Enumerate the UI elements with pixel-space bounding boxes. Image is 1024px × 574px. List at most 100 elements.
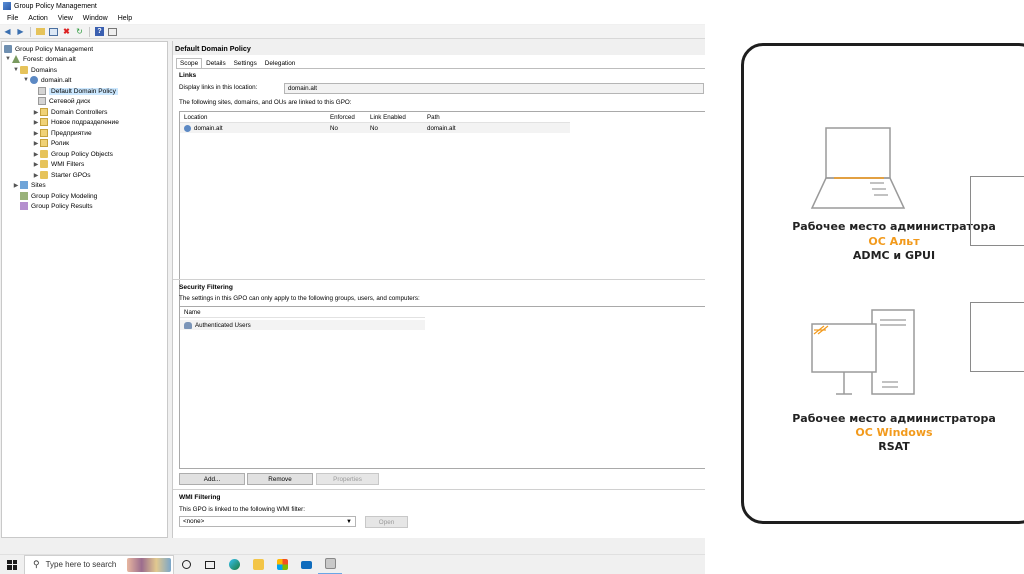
search-highlight-image xyxy=(127,557,171,572)
task-view-icon[interactable] xyxy=(198,555,222,574)
menu-help[interactable]: Help xyxy=(113,15,137,22)
tree-item-label: Default Domain Policy xyxy=(49,87,118,95)
tree-item-default-domain-policy[interactable]: Default Domain Policy xyxy=(38,86,118,96)
tree-item-domain-controllers[interactable]: ▶ Domain Controllers xyxy=(32,107,107,117)
file-explorer-icon[interactable] xyxy=(246,555,270,574)
tree-item-network-drive[interactable]: Сетевой диск xyxy=(38,96,90,106)
links-list[interactable]: Location Enforced Link Enabled Path doma… xyxy=(179,111,705,314)
start-button[interactable] xyxy=(0,555,24,574)
refresh-icon[interactable]: ↻ xyxy=(74,26,85,37)
tree-domains-label: Domains xyxy=(31,66,58,74)
edge-icon[interactable] xyxy=(222,555,246,574)
open-button[interactable]: Open xyxy=(365,516,408,528)
col-location[interactable]: Location xyxy=(184,112,207,122)
section-divider xyxy=(173,279,705,280)
mail-icon[interactable] xyxy=(294,555,318,574)
users-group-icon xyxy=(184,321,192,329)
tree-item-label: Ролик xyxy=(51,139,70,147)
domain-icon xyxy=(184,124,191,132)
collapse-arrow-icon[interactable]: ▼ xyxy=(22,77,30,83)
expand-arrow-icon[interactable]: ▶ xyxy=(32,109,40,116)
architecture-diagram: Рабочее место администратора ОС Альт ADM… xyxy=(705,0,1024,574)
pane-title: Default Domain Policy xyxy=(173,41,705,55)
toolbar-separator xyxy=(89,26,90,37)
tab-underline xyxy=(176,68,705,69)
tree-item-wmi-filters[interactable]: ▶ WMI Filters xyxy=(32,159,84,169)
col-link-enabled[interactable]: Link Enabled xyxy=(370,112,406,122)
expand-arrow-icon[interactable]: ▶ xyxy=(32,119,40,126)
tree-domains[interactable]: ▼ Domains xyxy=(12,65,57,75)
tree-forest-label: Forest: domain.alt xyxy=(23,55,76,63)
display-links-label: Display links in this location: xyxy=(179,84,258,91)
list-item[interactable]: Authenticated Users xyxy=(184,320,251,330)
back-icon[interactable]: ◀ xyxy=(2,26,13,37)
tree-item-label: Новое подразделение xyxy=(51,118,119,126)
details-pane: Default Domain Policy Scope Details Sett… xyxy=(172,41,705,538)
table-row[interactable]: domain.alt xyxy=(184,123,223,133)
menu-file[interactable]: File xyxy=(2,15,23,22)
remove-button[interactable]: Remove xyxy=(247,473,313,485)
tree-results[interactable]: Group Policy Results xyxy=(20,201,93,211)
workstation-tools: RSAT xyxy=(878,440,910,453)
menu-window[interactable]: Window xyxy=(78,15,113,22)
expand-arrow-icon[interactable]: ▶ xyxy=(32,151,40,158)
windows-logo-icon xyxy=(7,559,17,570)
collapse-arrow-icon[interactable]: ▼ xyxy=(4,56,12,62)
help-icon[interactable]: ? xyxy=(94,26,105,37)
laptop-icon xyxy=(810,127,906,209)
cortana-icon[interactable] xyxy=(174,555,198,574)
tree-modeling[interactable]: Group Policy Modeling xyxy=(20,191,97,201)
window-title: Group Policy Management xyxy=(14,2,97,10)
menu-view[interactable]: View xyxy=(53,15,78,22)
gpmc-app-icon xyxy=(3,2,11,10)
tree-item-starter-gpos[interactable]: ▶ Starter GPOs xyxy=(32,170,91,180)
folder-icon xyxy=(40,160,48,168)
row-location: domain.alt xyxy=(194,124,223,132)
wmi-filter-select[interactable]: <none> ▼ xyxy=(179,516,356,527)
tree-domain[interactable]: ▼ domain.alt xyxy=(22,75,71,85)
gpmc-icon[interactable] xyxy=(318,555,342,574)
tree-item-enterprise[interactable]: ▶ Предприятие xyxy=(32,128,92,138)
forward-icon[interactable]: ▶ xyxy=(15,26,26,37)
tree-item-rolik[interactable]: ▶ Ролик xyxy=(32,138,69,148)
menu-action[interactable]: Action xyxy=(23,15,52,22)
collapse-arrow-icon[interactable]: ▼ xyxy=(12,67,20,73)
expand-arrow-icon[interactable]: ▶ xyxy=(32,130,40,137)
tree-forest[interactable]: ▼ Forest: domain.alt xyxy=(4,54,76,64)
folder-icon xyxy=(20,66,28,74)
modeling-icon xyxy=(20,192,28,200)
tree-domain-label: domain.alt xyxy=(41,76,72,84)
ou-icon xyxy=(40,129,48,137)
taskbar: ⚲ Type here to search xyxy=(0,554,705,574)
chevron-down-icon: ▼ xyxy=(346,518,352,525)
properties-button[interactable]: Properties xyxy=(316,473,379,485)
expand-arrow-icon[interactable]: ▶ xyxy=(32,172,40,179)
display-links-combo[interactable]: domain.alt xyxy=(284,83,704,94)
tree-item-label: Domain Controllers xyxy=(51,108,108,116)
col-enforced[interactable]: Enforced xyxy=(330,112,355,122)
row-enforced: No xyxy=(330,124,338,132)
folder-icon xyxy=(40,150,48,158)
expand-arrow-icon[interactable]: ▶ xyxy=(32,140,40,147)
delete-icon[interactable]: ✖ xyxy=(61,26,72,37)
store-icon[interactable] xyxy=(270,555,294,574)
tree-item-label: Group Policy Objects xyxy=(51,150,113,158)
tree-item-label: Предприятие xyxy=(51,129,92,137)
tree-root[interactable]: Group Policy Management xyxy=(4,44,93,54)
tree-item-new-ou[interactable]: ▶ Новое подразделение xyxy=(32,117,119,127)
taskbar-search[interactable]: ⚲ Type here to search xyxy=(24,554,174,574)
properties-icon[interactable] xyxy=(107,26,118,37)
col-name[interactable]: Name xyxy=(184,307,201,317)
up-folder-icon[interactable] xyxy=(35,26,46,37)
links-description: The following sites, domains, and OUs ar… xyxy=(179,99,352,106)
security-list[interactable]: Name Authenticated Users xyxy=(179,306,705,469)
expand-arrow-icon[interactable]: ▶ xyxy=(32,161,40,168)
add-button[interactable]: Add... xyxy=(179,473,245,485)
col-path[interactable]: Path xyxy=(427,112,440,122)
wmi-filter-value: <none> xyxy=(183,518,205,525)
desktop-icon xyxy=(811,309,915,395)
show-hide-tree-icon[interactable] xyxy=(48,26,59,37)
tree-item-gpo-container[interactable]: ▶ Group Policy Objects xyxy=(32,149,113,159)
expand-arrow-icon[interactable]: ▶ xyxy=(12,182,20,189)
tree-sites[interactable]: ▶ Sites xyxy=(12,180,46,190)
